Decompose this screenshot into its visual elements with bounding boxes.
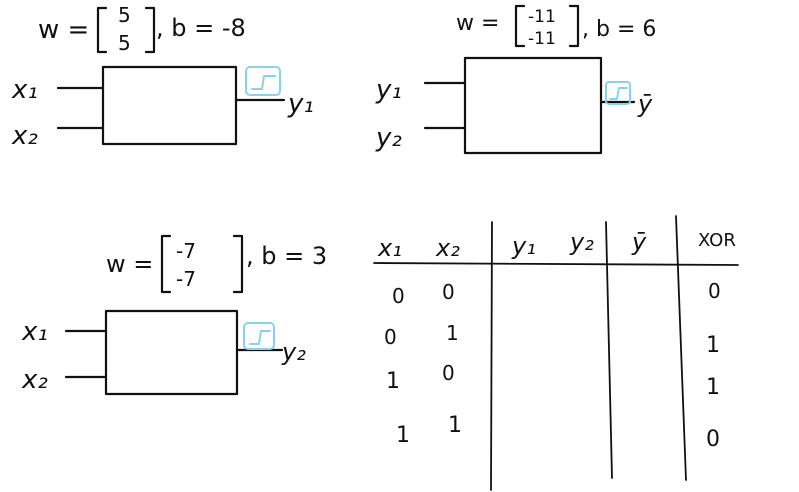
neuron-3-w-top: -7 [176, 239, 196, 263]
activation-icon [245, 66, 281, 96]
truth-table-cell: 1 [386, 369, 400, 394]
neuron-2: w = -11 -11 , b = 6 y₁ y₂ ȳ [375, 4, 656, 155]
neuron-1-w-bottom: 5 [118, 31, 131, 55]
neuron-1-input-1: x₁ [11, 75, 38, 105]
neuron-1-left-bracket [96, 6, 108, 54]
truth-table-divider [675, 215, 687, 481]
truth-table-cell: 0 [708, 279, 721, 303]
neuron-1-bias: , b = -8 [156, 14, 246, 42]
truth-table: x₁ x₂ y₁ y₂ ȳ XOR 0 0 0 0 1 1 1 0 1 1 1… [373, 215, 739, 491]
truth-table-cell: 0 [384, 325, 397, 349]
neuron-2-box [463, 56, 603, 155]
neuron-3-right-bracket [232, 234, 244, 294]
neuron-1-output: y₁ [287, 89, 314, 119]
truth-table-cell: 0 [442, 361, 455, 385]
truth-table-header: ȳ [631, 228, 647, 256]
neuron-1-box [101, 65, 238, 146]
neuron-3: w = -7 -7 , b = 3 x₁ x₂ y₂ [21, 234, 327, 396]
truth-table-header: x₂ [435, 234, 460, 262]
neuron-3-w-bottom: -7 [176, 267, 196, 291]
truth-table-cell: 1 [706, 333, 720, 358]
truth-table-header: x₁ [377, 234, 402, 262]
neuron-1: w = 5 5 , b = -8 x₁ x₂ y₁ [11, 3, 314, 151]
neuron-1-w-top: 5 [118, 3, 131, 27]
truth-table-cell: 0 [442, 280, 455, 304]
truth-table-cell: 1 [396, 423, 410, 448]
neuron-3-box [104, 309, 239, 396]
neuron-2-bias: , b = 6 [582, 17, 656, 42]
truth-table-header-rule [373, 262, 739, 266]
xor-diagram-canvas: w = 5 5 , b = -8 x₁ x₂ y₁ w = -11 -11 , … [11, 3, 739, 491]
neuron-3-output: y₂ [281, 338, 306, 366]
neuron-3-input-2: x₂ [21, 365, 48, 395]
activation-icon [605, 81, 631, 105]
truth-table-header: y₂ [569, 228, 594, 256]
neuron-2-input-1: y₁ [375, 75, 402, 105]
truth-table-divider [490, 221, 493, 491]
neuron-1-input-2: x₂ [11, 121, 38, 151]
neuron-2-left-bracket [514, 4, 526, 48]
truth-table-cell: 1 [446, 321, 459, 345]
neuron-3-w-label: w = [106, 250, 153, 278]
truth-table-cell: 0 [706, 427, 720, 452]
neuron-2-w-top: -11 [528, 7, 556, 27]
neuron-3-left-bracket [160, 234, 172, 294]
neuron-2-output: ȳ [637, 90, 653, 118]
neuron-3-bias: , b = 3 [246, 242, 327, 270]
truth-table-header: XOR [698, 230, 736, 251]
neuron-2-input-2: y₂ [375, 123, 402, 153]
truth-table-cell: 0 [392, 284, 405, 308]
truth-table-cell: 1 [706, 375, 720, 400]
neuron-3-input-1: x₁ [21, 317, 48, 347]
truth-table-header: y₁ [511, 232, 536, 260]
truth-table-cell: 1 [448, 413, 462, 438]
neuron-2-right-bracket [568, 4, 580, 48]
truth-table-divider [605, 221, 613, 479]
neuron-1-w-label: w = [38, 15, 89, 45]
neuron-2-w-bottom: -11 [528, 29, 556, 49]
activation-icon [243, 322, 275, 350]
neuron-1-right-bracket [144, 6, 156, 54]
neuron-2-w-label: w = [456, 11, 499, 36]
